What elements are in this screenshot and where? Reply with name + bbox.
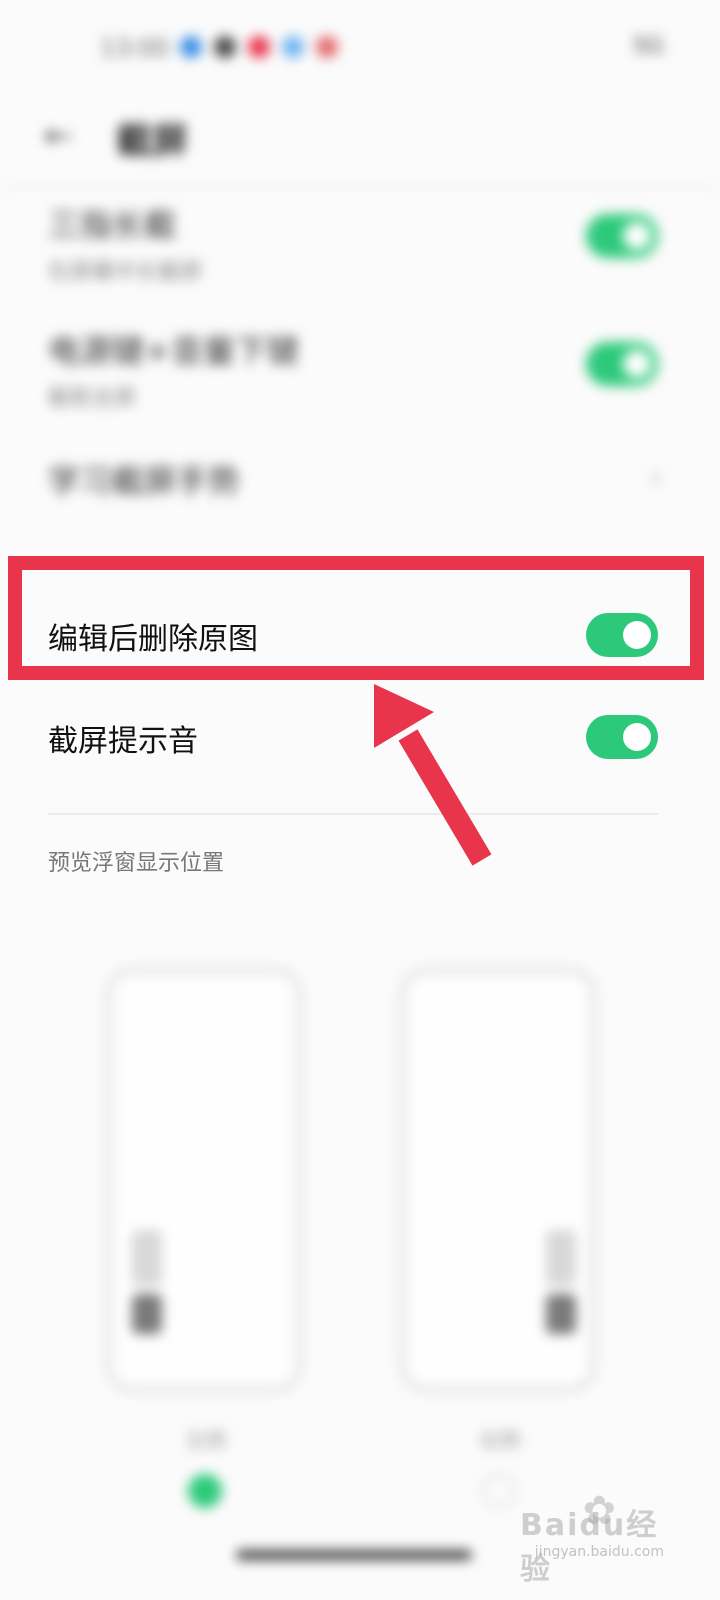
pointer-arrow-icon [374,684,492,866]
watermark-url: jingyan.baidu.com [534,1544,664,1560]
baidu-watermark: ✿ Baidu经验 jingyan.baidu.com [520,1488,670,1587]
